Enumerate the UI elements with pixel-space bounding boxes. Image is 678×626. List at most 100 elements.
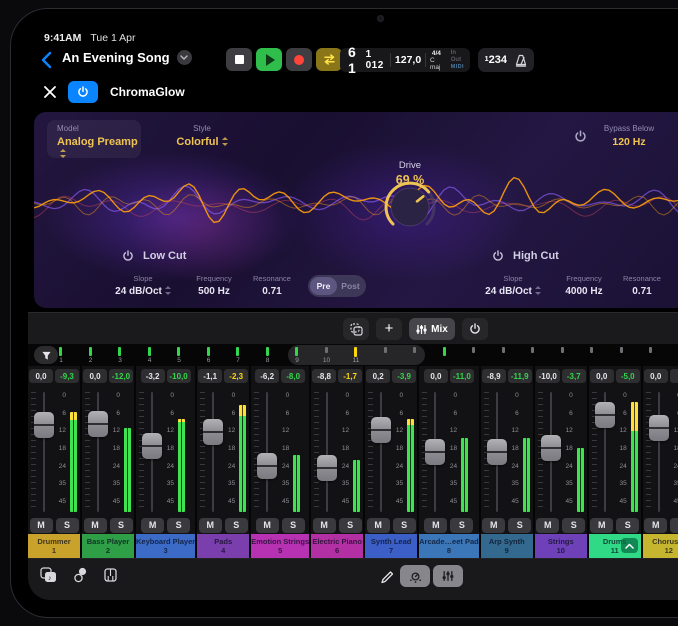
pan-value[interactable]: -8,8 <box>312 369 336 383</box>
close-icon[interactable] <box>42 84 58 100</box>
track-name-plate[interactable]: Emotion Strings 5 <box>251 534 309 558</box>
slope-control[interactable]: Slope24 dB/Oct <box>482 274 544 297</box>
lcd-display[interactable]: 6 1 1 012 127,0 4/4 C maj In Out MIDI <box>340 48 470 72</box>
fader-handle[interactable] <box>317 455 337 481</box>
track-name-plate[interactable]: Electric Piano 6 <box>311 534 363 558</box>
fader-handle[interactable] <box>487 439 507 465</box>
pan-value[interactable]: -1,1 <box>198 369 222 383</box>
add-track-button[interactable]: + <box>376 318 402 340</box>
mute-button[interactable]: M <box>644 518 667 533</box>
fader-handle[interactable] <box>142 433 162 459</box>
fader-handle[interactable] <box>203 419 223 445</box>
mute-button[interactable]: M <box>367 518 390 533</box>
metronome-icon[interactable] <box>514 54 528 67</box>
track-name-plate[interactable]: Pads 4 <box>197 534 249 558</box>
track-name-plate[interactable]: Keyboard Player 3 <box>136 534 195 558</box>
track-name-plate[interactable]: Bass Player 2 <box>82 534 134 558</box>
solo-button[interactable]: S <box>393 518 416 533</box>
track-name-plate[interactable]: Strings 10 <box>535 534 587 558</box>
cycle-button[interactable] <box>316 48 342 71</box>
volume-value[interactable] <box>670 369 678 383</box>
level-control[interactable]: Level 0.0 <box>668 124 678 148</box>
stop-button[interactable] <box>226 48 252 71</box>
bypass-power-icon[interactable] <box>574 130 587 143</box>
mute-button[interactable]: M <box>199 518 222 533</box>
piano-icon[interactable] <box>104 567 117 583</box>
fader-handle[interactable] <box>34 412 54 438</box>
volume-value[interactable]: -3,7 <box>562 369 586 383</box>
solo-button[interactable]: S <box>167 518 190 533</box>
slope-control[interactable]: Slope24 dB/Oct <box>112 274 174 297</box>
track-name-plate[interactable]: Chorus V 12 <box>643 534 678 558</box>
pan-value[interactable]: -6,2 <box>255 369 279 383</box>
play-button[interactable] <box>256 48 282 71</box>
volume-value[interactable]: -12,0 <box>109 369 133 383</box>
mute-button[interactable]: M <box>84 518 107 533</box>
controls-view-button[interactable] <box>400 565 430 587</box>
loops-browser-icon[interactable]: ♪ <box>40 567 57 583</box>
solo-button[interactable]: S <box>450 518 473 533</box>
song-title-row[interactable]: An Evening Song <box>62 50 192 65</box>
mixer-power-button[interactable] <box>462 318 488 340</box>
cut-power-icon[interactable] <box>122 250 134 262</box>
fader-handle[interactable] <box>541 435 561 461</box>
count-in-button[interactable]: 1234 <box>484 54 507 66</box>
mute-button[interactable]: M <box>482 518 505 533</box>
drive-knob[interactable] <box>380 176 440 236</box>
pan-value[interactable]: 0,2 <box>366 369 390 383</box>
style-select[interactable]: Style Colorful <box>162 124 242 148</box>
frequency-control[interactable]: Frequency500 Hz <box>186 274 242 297</box>
solo-button[interactable]: S <box>56 518 79 533</box>
solo-button[interactable]: S <box>110 518 133 533</box>
pre-button[interactable]: Pre <box>310 277 337 295</box>
pan-value[interactable]: 0,0 <box>590 369 614 383</box>
frequency-control[interactable]: Frequency4000 Hz <box>556 274 612 297</box>
fader-handle[interactable] <box>257 453 277 479</box>
volume-value[interactable]: -11,0 <box>450 369 474 383</box>
track-name-plate[interactable]: Drummer 1 <box>28 534 80 558</box>
mute-button[interactable]: M <box>30 518 53 533</box>
mute-button[interactable]: M <box>536 518 559 533</box>
mixer-view-button[interactable] <box>433 565 463 587</box>
volume-value[interactable]: -2,3 <box>224 369 248 383</box>
paste-settings-button[interactable] <box>343 318 369 340</box>
track-name-plate[interactable]: Synth Lead 7 <box>365 534 417 558</box>
model-select[interactable]: Model Analog Preamp <box>47 120 141 158</box>
pan-value[interactable]: -10,0 <box>536 369 560 383</box>
mix-toggle-button[interactable]: Mix <box>409 318 455 340</box>
track-name-plate[interactable]: Arcade…eet Pad 8 <box>419 534 479 558</box>
resonance-control[interactable]: Resonance0.71 <box>616 274 668 297</box>
pan-value[interactable]: 0,0 <box>644 369 668 383</box>
bypass-control[interactable]: Bypass Below 120 Hz <box>594 124 664 148</box>
back-icon[interactable] <box>40 51 54 69</box>
record-button[interactable] <box>286 48 312 71</box>
pan-value[interactable]: -3,2 <box>141 369 165 383</box>
mute-button[interactable]: M <box>590 518 613 533</box>
track-name-plate[interactable]: Drums 11 <box>589 534 641 558</box>
volume-value[interactable]: -9,3 <box>55 369 79 383</box>
pan-value[interactable]: -8,9 <box>482 369 506 383</box>
solo-button[interactable]: S <box>339 518 362 533</box>
solo-button[interactable]: S <box>562 518 585 533</box>
resonance-control[interactable]: Resonance0.71 <box>246 274 298 297</box>
pencil-icon[interactable] <box>380 570 394 584</box>
cut-power-icon[interactable] <box>492 250 504 262</box>
mute-button[interactable]: M <box>313 518 336 533</box>
track-name-plate[interactable]: Arp Synth 9 <box>481 534 533 558</box>
collapse-strip-button[interactable] <box>621 538 638 553</box>
pre-post-toggle[interactable]: Pre Post <box>308 275 366 297</box>
volume-value[interactable]: -5,0 <box>616 369 640 383</box>
solo-button[interactable]: S <box>282 518 305 533</box>
fader-handle[interactable] <box>425 439 445 465</box>
volume-value[interactable]: -11,9 <box>508 369 532 383</box>
pan-value[interactable]: 0,0 <box>29 369 53 383</box>
volume-value[interactable]: -10,0 <box>167 369 191 383</box>
plugins-icon[interactable] <box>73 567 88 583</box>
plugin-power-button[interactable] <box>68 81 98 103</box>
fader-handle[interactable] <box>88 411 108 437</box>
chevron-down-icon[interactable] <box>177 50 192 65</box>
mute-button[interactable]: M <box>424 518 447 533</box>
solo-button[interactable]: S <box>616 518 639 533</box>
volume-value[interactable]: -8,0 <box>281 369 305 383</box>
solo-button[interactable]: S <box>225 518 248 533</box>
